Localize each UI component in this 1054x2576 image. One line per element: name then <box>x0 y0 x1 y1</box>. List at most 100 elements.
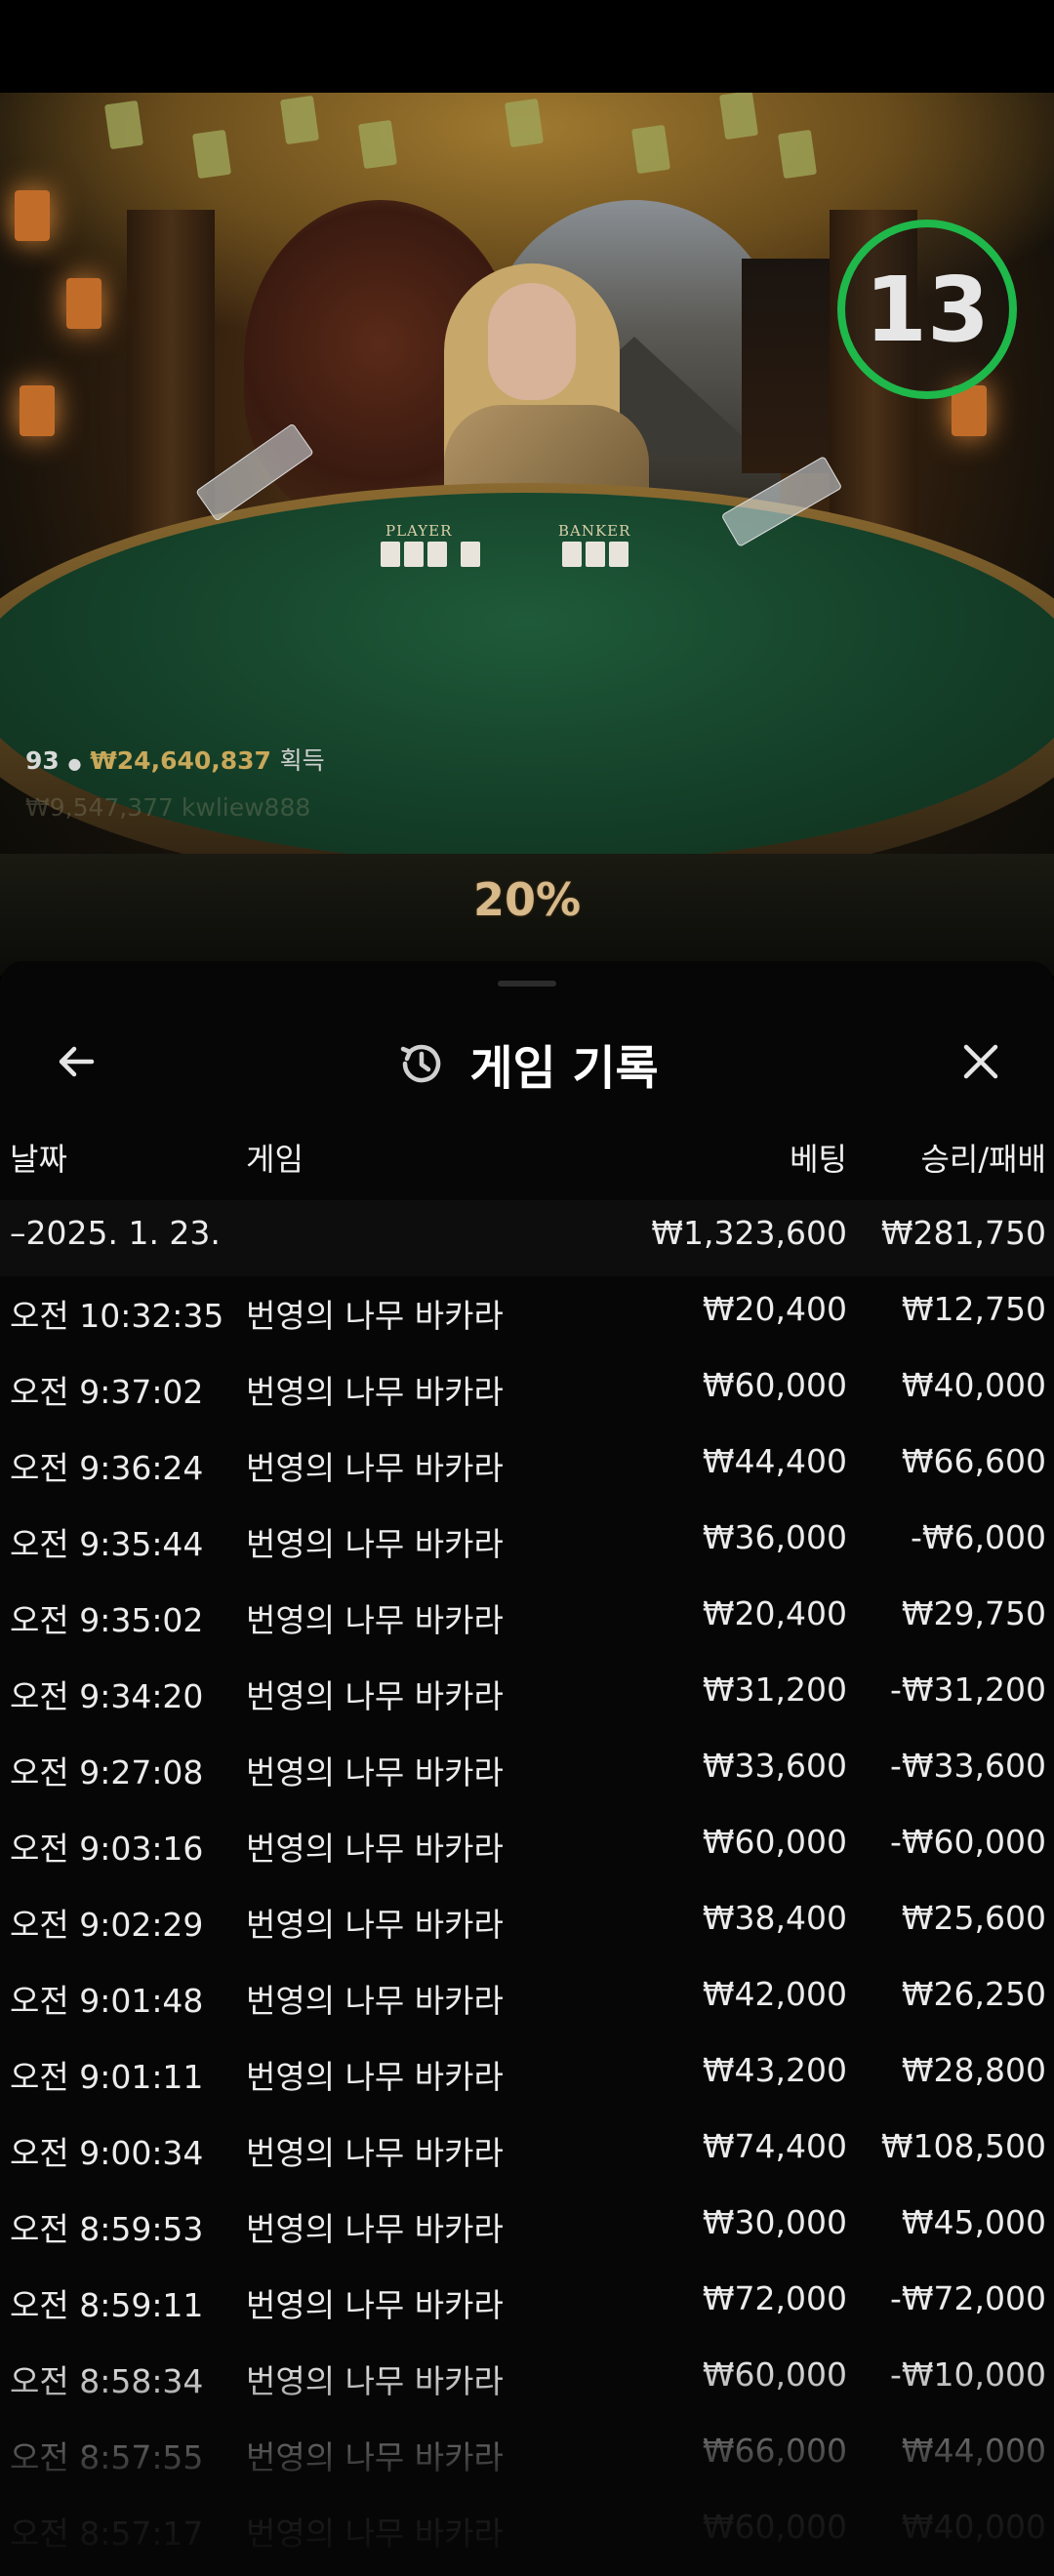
row-game: 번영의 나무 바카라 <box>246 1753 504 1791</box>
history-row[interactable]: 오전 9:35:02 번영의 나무 바카라 ₩20,400 ₩29,750 <box>0 1581 1054 1657</box>
pagoda <box>742 259 830 473</box>
row-game: 번영의 나무 바카라 <box>246 1373 504 1411</box>
arrow-left-icon <box>59 1046 95 1077</box>
row-bet: ₩44,400 <box>702 1442 847 1480</box>
panel-title-wrap: 게임 기록 <box>0 1015 1054 1112</box>
history-row[interactable]: 오전 8:57:55 번영의 나무 바카라 ₩66,000 ₩44,000 <box>0 2418 1054 2494</box>
leaf-decoration <box>357 119 398 170</box>
player-label: PLAYER <box>385 522 453 540</box>
row-game: 번영의 나무 바카라 <box>246 1982 504 2020</box>
leaf-decoration <box>718 93 759 141</box>
row-bet: ₩60,000 <box>702 1823 847 1861</box>
winner-label: 획득 <box>279 746 325 775</box>
row-game: 번영의 나무 바카라 <box>246 1601 504 1639</box>
lantern <box>15 190 50 241</box>
column-date: 날짜 <box>10 1141 67 1178</box>
history-row[interactable]: 오전 8:59:11 번영의 나무 바카라 ₩72,000 -₩72,000 <box>0 2266 1054 2342</box>
history-row[interactable]: 오전 9:36:24 번영의 나무 바카라 ₩44,400 ₩66,600 <box>0 1429 1054 1505</box>
row-result: ₩45,000 <box>901 2203 1046 2241</box>
row-game: 번영의 나무 바카라 <box>246 1906 504 1944</box>
back-button[interactable] <box>47 1032 105 1091</box>
progress-text: 20% <box>472 873 582 926</box>
history-row[interactable]: 오전 9:27:08 번영의 나무 바카라 ₩33,600 -₩33,600 <box>0 1733 1054 1809</box>
row-game: 번영의 나무 바카라 <box>246 1830 504 1868</box>
history-row[interactable]: 오전 8:58:34 번영의 나무 바카라 ₩60,000 -₩10,000 <box>0 2342 1054 2418</box>
row-time: 오전 9:02:29 <box>10 1906 204 1944</box>
row-bet: ₩38,400 <box>702 1899 847 1937</box>
history-row[interactable]: 오전 9:35:44 번영의 나무 바카라 ₩36,000 -₩6,000 <box>0 1505 1054 1581</box>
history-row[interactable]: 오전 9:37:02 번영의 나무 바카라 ₩60,000 ₩40,000 <box>0 1352 1054 1429</box>
row-result: ₩29,750 <box>901 1594 1046 1632</box>
leaf-decoration <box>777 129 818 180</box>
row-bet: ₩72,000 <box>702 2279 847 2317</box>
row-game: 번영의 나무 바카라 <box>246 2438 504 2476</box>
history-row[interactable]: 오전 9:01:48 번영의 나무 바카라 ₩42,000 ₩26,250 <box>0 1961 1054 2037</box>
row-result: -₩72,000 <box>889 2279 1046 2317</box>
row-result: ₩12,750 <box>901 1290 1046 1328</box>
row-game: 번영의 나무 바카라 <box>246 2210 504 2248</box>
history-row[interactable]: 오전 9:01:11 번영의 나무 바카라 ₩43,200 ₩28,800 <box>0 2037 1054 2113</box>
row-time: 오전 9:27:08 <box>10 1753 204 1791</box>
column-game: 게임 <box>246 1141 304 1178</box>
lantern <box>20 385 55 436</box>
card <box>609 542 628 567</box>
history-row[interactable]: 오전 8:57:17 번영의 나무 바카라 ₩60,000 ₩40,000 <box>0 2494 1054 2570</box>
row-bet: ₩66,000 <box>702 2432 847 2470</box>
row-game: 번영의 나무 바카라 <box>246 2515 504 2553</box>
row-result: -₩10,000 <box>889 2355 1046 2394</box>
row-result: ₩28,800 <box>901 2051 1046 2089</box>
row-time: 오전 8:58:34 <box>10 2362 204 2400</box>
group-result-total: ₩281,750 <box>880 1214 1046 1252</box>
row-time: 오전 8:59:53 <box>10 2210 204 2248</box>
game-history-panel: 게임 기록 날짜 게임 베팅 승리/패배 –2025. 1. 23. ₩1,32… <box>0 961 1054 2576</box>
row-result: ₩108,500 <box>880 2127 1046 2165</box>
row-time: 오전 8:59:11 <box>10 2286 204 2324</box>
row-time: 오전 9:03:16 <box>10 1830 204 1868</box>
card <box>381 542 400 567</box>
history-row[interactable]: 오전 9:03:16 번영의 나무 바카라 ₩60,000 -₩60,000 <box>0 1809 1054 1885</box>
row-bet: ₩30,000 <box>702 2203 847 2241</box>
live-game-video: PLAYER BANKER 13 93 ● ₩24,640,837 획득 ₩9,… <box>0 93 1054 976</box>
panel-header: 게임 기록 <box>0 1015 1054 1112</box>
drag-handle[interactable] <box>498 981 556 986</box>
winner-ticker-faded: ₩9,547,377 kwliew888 <box>25 793 311 822</box>
row-time: 오전 9:01:48 <box>10 1982 204 2020</box>
countdown-timer: 13 <box>837 220 1017 399</box>
row-bet: ₩20,400 <box>702 1290 847 1328</box>
row-bet: ₩60,000 <box>702 1366 847 1404</box>
row-time: 오전 9:36:24 <box>10 1449 204 1487</box>
row-game: 번영의 나무 바카라 <box>246 2362 504 2400</box>
history-row[interactable]: 오전 9:00:34 번영의 나무 바카라 ₩74,400 ₩108,500 <box>0 2113 1054 2190</box>
card <box>586 542 605 567</box>
row-result: ₩44,000 <box>901 2432 1046 2470</box>
row-result: ₩26,250 <box>901 1975 1046 2013</box>
row-result: -₩60,000 <box>889 1823 1046 1861</box>
winner-amount: ₩24,640,837 <box>90 746 271 775</box>
row-bet: ₩60,000 <box>702 2508 847 2546</box>
row-time: 오전 9:37:02 <box>10 1373 204 1411</box>
history-row[interactable]: 오전 9:34:20 번영의 나무 바카라 ₩31,200 -₩31,200 <box>0 1657 1054 1733</box>
close-button[interactable] <box>952 1032 1010 1091</box>
status-bar <box>0 0 1054 93</box>
card <box>427 542 447 567</box>
row-bet: ₩36,000 <box>702 1518 847 1556</box>
row-time: 오전 9:01:11 <box>10 2058 204 2096</box>
history-row[interactable]: 오전 9:02:29 번영의 나무 바카라 ₩38,400 ₩25,600 <box>0 1885 1054 1961</box>
group-date: –2025. 1. 23. <box>10 1214 221 1252</box>
date-group-row[interactable]: –2025. 1. 23. ₩1,323,600 ₩281,750 <box>0 1200 1054 1276</box>
row-bet: ₩33,600 <box>702 1747 847 1785</box>
card <box>562 542 582 567</box>
history-clock-icon <box>401 1044 441 1083</box>
row-result: -₩33,600 <box>889 1747 1046 1785</box>
column-bet: 베팅 <box>790 1141 847 1178</box>
history-row[interactable]: 오전 10:32:35 번영의 나무 바카라 ₩20,400 ₩12,750 <box>0 1276 1054 1352</box>
row-game: 번영의 나무 바카라 <box>246 2286 504 2324</box>
timer-value: 13 <box>864 257 991 362</box>
leaf-decoration <box>103 100 144 150</box>
winner-rank: 93 <box>25 746 60 775</box>
row-game: 번영의 나무 바카라 <box>246 2134 504 2172</box>
row-game: 번영의 나무 바카라 <box>246 1297 504 1335</box>
card <box>461 542 480 567</box>
history-row[interactable]: 오전 8:59:53 번영의 나무 바카라 ₩30,000 ₩45,000 <box>0 2190 1054 2266</box>
row-game: 번영의 나무 바카라 <box>246 1525 504 1563</box>
